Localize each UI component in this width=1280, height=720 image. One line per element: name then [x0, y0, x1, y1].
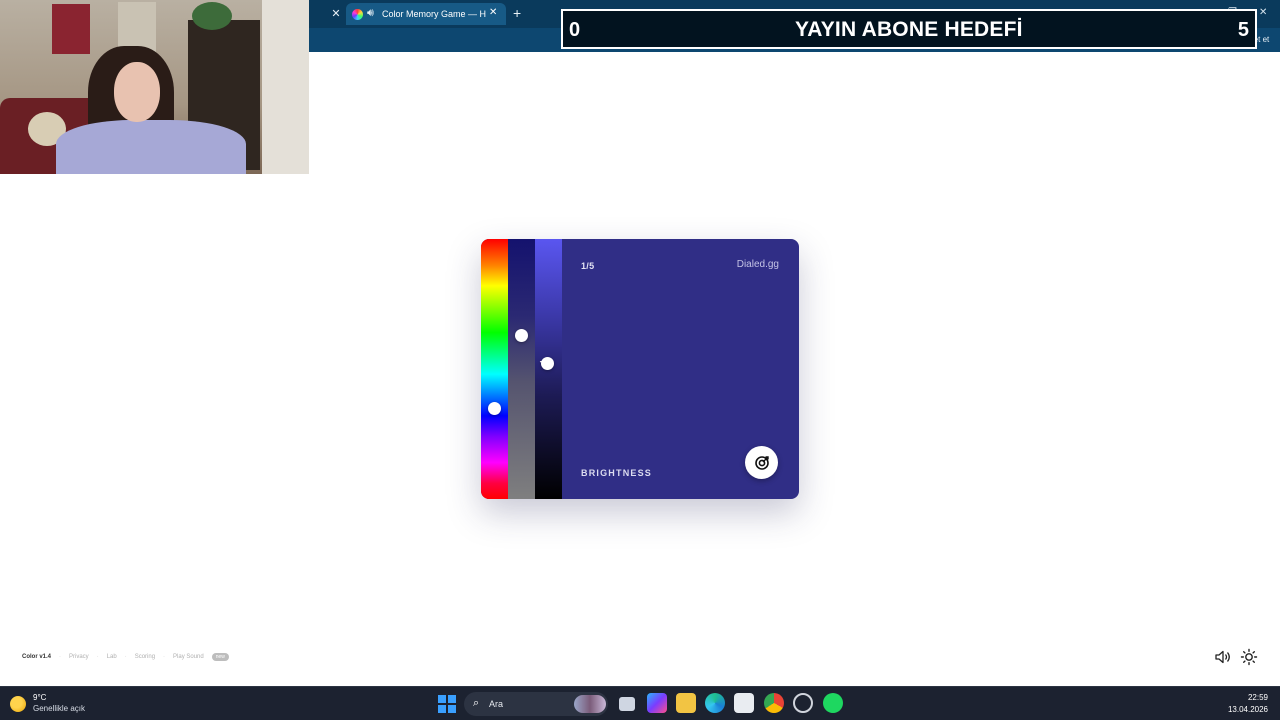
window-close-icon[interactable]: ✕	[1259, 7, 1267, 18]
version-label: Color v1.4	[22, 654, 52, 660]
weather-temperature: 9°C	[33, 693, 47, 702]
footer-link-privacy[interactable]: Privacy	[69, 654, 89, 660]
goal-current-count: 0	[569, 19, 581, 41]
taskbar-search-box[interactable]: ⌕ Ara	[464, 692, 608, 716]
settings-icon[interactable]	[793, 693, 813, 713]
new-tab-button[interactable]: +	[513, 5, 521, 21]
task-view-icon[interactable]	[619, 697, 635, 711]
search-icon: ⌕	[473, 697, 480, 709]
copilot-app-icon[interactable]	[647, 693, 667, 713]
taskbar: 9°C Genellikle açık	[0, 686, 1280, 720]
hue-slider-handle[interactable]	[488, 402, 501, 415]
footer-link-play-sound[interactable]: Play Sound	[173, 654, 204, 660]
weather-condition: Genellikle açık	[33, 704, 86, 713]
search-highlight-image	[574, 695, 606, 713]
streamer-face	[114, 62, 160, 122]
subscriber-goal-overlay: 0 YAYIN ABONE HEDEFİ 5	[561, 9, 1257, 49]
webcam-poster	[52, 4, 90, 54]
clock-date[interactable]: 13.04.2026	[1226, 705, 1268, 714]
close-icon[interactable]: ✕	[489, 7, 497, 18]
footer-link-lab[interactable]: Lab	[107, 654, 117, 660]
screen: ✕ 🔊︎ Color Memory Game — How ✕ + ▭ A ☆ ⬡…	[0, 0, 1280, 720]
target-check-icon	[754, 455, 769, 470]
color-wheel-icon	[352, 9, 363, 20]
new-badge: new	[211, 653, 229, 661]
webcam-plant	[192, 2, 232, 30]
round-counter: 1/5	[581, 261, 595, 271]
windows-start-icon[interactable]	[438, 695, 456, 713]
hand-cursor-icon: ☚	[539, 358, 549, 370]
color-game-card: ☚ 1/5 Dialed.gg BRIGHTNESS	[481, 239, 799, 499]
store-icon[interactable]	[734, 693, 754, 713]
page-footer: Color v1.4 · Privacy · Lab · Scoring · P…	[22, 653, 229, 661]
streamer-body	[56, 120, 246, 174]
sun-icon[interactable]	[1240, 648, 1258, 666]
weather-sun-icon	[10, 696, 26, 712]
webcam-door	[262, 0, 309, 174]
active-slider-label: BRIGHTNESS	[581, 468, 653, 478]
goal-target-count: 5	[1237, 19, 1249, 41]
clock-time[interactable]: 22:59	[1226, 693, 1268, 702]
search-placeholder: Ara	[489, 699, 504, 709]
submit-button[interactable]	[745, 446, 778, 479]
speaker-icon[interactable]	[1213, 648, 1231, 666]
brand-label[interactable]: Dialed.gg	[737, 259, 779, 270]
close-tab-icon[interactable]: ✕	[330, 7, 342, 21]
chrome-icon[interactable]	[764, 693, 784, 713]
file-explorer-icon[interactable]	[676, 693, 696, 713]
goal-label: YAYIN ABONE HEDEFİ	[795, 18, 1023, 41]
speaker-icon[interactable]: 🔊︎	[367, 7, 374, 20]
browser-tab-active[interactable]: 🔊︎ Color Memory Game — How ✕	[346, 3, 506, 25]
hue-slider[interactable]	[481, 239, 508, 499]
webcam-feed	[0, 0, 309, 174]
edge-icon[interactable]	[705, 693, 725, 713]
saturation-slider[interactable]	[508, 239, 535, 499]
footer-link-scoring[interactable]: Scoring	[135, 654, 155, 660]
tab-title: Color Memory Game — How	[382, 9, 486, 19]
spotify-icon[interactable]	[823, 693, 843, 713]
saturation-slider-handle[interactable]	[515, 329, 528, 342]
webcam-poster	[118, 2, 156, 52]
